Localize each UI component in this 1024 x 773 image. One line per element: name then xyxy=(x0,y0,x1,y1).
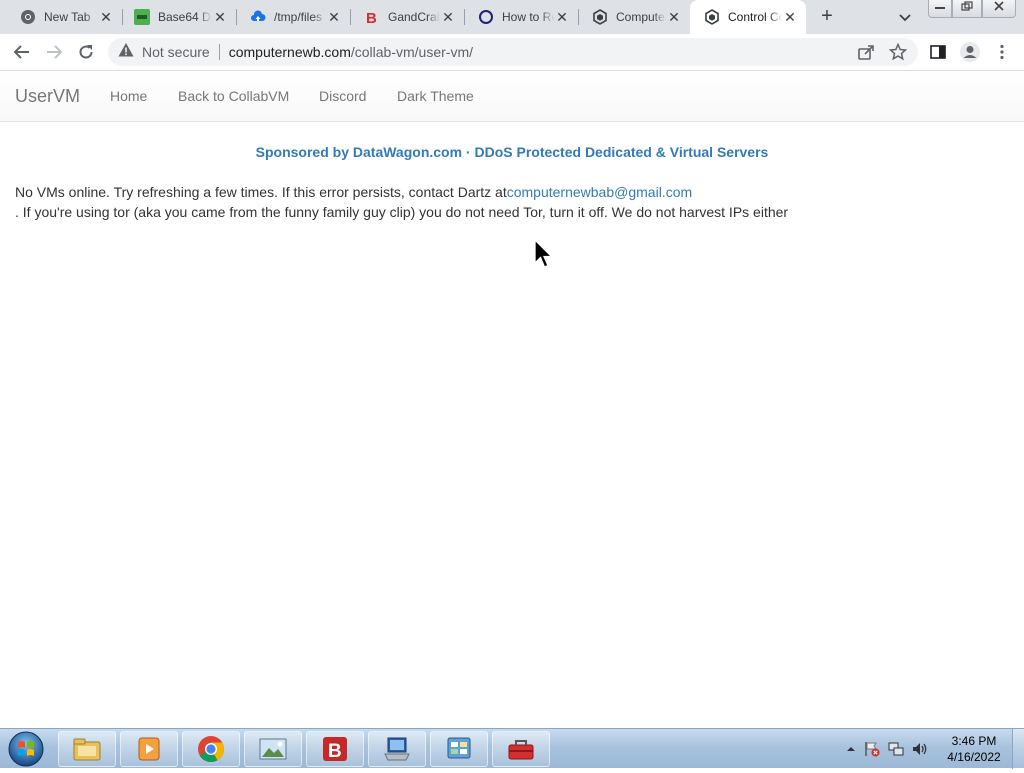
windows-logo-icon xyxy=(8,731,44,767)
control-panel-icon xyxy=(447,737,471,759)
tab-computernewb[interactable]: ComputerNewb ✕ xyxy=(578,0,690,34)
tab-new-tab[interactable]: New Tab ✕ xyxy=(6,0,122,34)
sponsor-banner-link[interactable]: Sponsored by DataWagon.com · DDoS Protec… xyxy=(0,144,1024,160)
divider xyxy=(218,44,220,60)
b-icon: B xyxy=(364,9,380,25)
close-icon[interactable]: ✕ xyxy=(782,9,798,25)
url-path: /collab-vm/user-vm/ xyxy=(350,44,474,60)
collabvm-icon xyxy=(592,9,608,25)
back-button[interactable] xyxy=(10,40,34,64)
clock-date: 4/16/2022 xyxy=(947,750,1001,764)
new-tab-button[interactable]: + xyxy=(816,5,838,27)
close-icon[interactable]: ✕ xyxy=(98,9,114,25)
svg-text:B: B xyxy=(328,741,342,762)
restore-button[interactable] xyxy=(952,0,982,18)
file-explorer-icon xyxy=(73,738,101,761)
address-bar[interactable]: Not secure computernewb.com/collab-vm/us… xyxy=(108,38,918,66)
cloud-upload-icon xyxy=(250,9,266,25)
chevron-down-icon[interactable] xyxy=(896,8,914,26)
tab-base64[interactable]: Base64 Decode ✕ xyxy=(120,0,236,34)
tab-how-to[interactable]: How to Remove ✕ xyxy=(464,0,578,34)
url-host: computernewb.com xyxy=(228,44,351,60)
tab-title: GandCrab xyxy=(388,10,440,24)
computer-icon xyxy=(384,737,410,761)
tab-title: ComputerNewb xyxy=(616,10,666,24)
close-window-button[interactable] xyxy=(982,0,1016,18)
nav-discord[interactable]: Discord xyxy=(319,88,366,104)
taskbar-brave[interactable]: B xyxy=(306,731,364,767)
forward-button[interactable] xyxy=(42,40,66,64)
taskbar-toolbox[interactable] xyxy=(492,731,550,767)
reload-button[interactable] xyxy=(74,40,98,64)
taskbar-computer[interactable] xyxy=(368,731,426,767)
taskbar-media-player[interactable] xyxy=(120,731,178,767)
url-text[interactable]: computernewb.com/collab-vm/user-vm/ xyxy=(229,44,473,60)
close-icon[interactable]: ✕ xyxy=(554,9,570,25)
taskbar-file-explorer[interactable] xyxy=(58,731,116,767)
reload-icon xyxy=(79,45,93,59)
tab-title: /tmp/files xyxy=(274,10,323,24)
mouse-cursor-icon xyxy=(534,239,554,268)
collabvm-icon xyxy=(704,9,720,25)
tab-title: How to Remove xyxy=(502,10,554,24)
circle-icon xyxy=(478,9,494,25)
tab-title: Base64 Decode xyxy=(158,10,212,24)
share-icon[interactable] xyxy=(854,40,878,64)
arrow-right-icon xyxy=(47,45,63,59)
action-center-flag-icon[interactable] xyxy=(860,740,884,758)
tab-strip: New Tab ✕ Base64 Decode ✕ /tmp/files ✕ B… xyxy=(0,0,1024,34)
tab-title: Control Center xyxy=(728,10,782,24)
close-icon[interactable]: ✕ xyxy=(666,9,682,25)
error-message-line2: . If you're using tor (aka you came from… xyxy=(15,204,789,220)
show-hidden-icons-icon[interactable] xyxy=(842,745,860,753)
star-icon[interactable] xyxy=(886,40,910,64)
brand-link[interactable]: UserVM xyxy=(15,86,80,107)
system-tray xyxy=(842,729,932,769)
chrome-icon xyxy=(198,736,225,763)
more-menu-icon[interactable] xyxy=(990,40,1014,64)
window-controls xyxy=(928,0,1016,18)
close-icon[interactable]: ✕ xyxy=(326,9,342,25)
taskbar-photo-viewer[interactable] xyxy=(244,731,302,767)
toolbox-icon xyxy=(508,740,534,760)
close-icon[interactable]: ✕ xyxy=(212,9,228,25)
close-icon[interactable]: ✕ xyxy=(440,9,456,25)
windows-taskbar: B 3:46 PM 4/16/2022 xyxy=(0,728,1024,769)
clock-time: 3:46 PM xyxy=(951,734,997,748)
tab-control-center[interactable]: Control Center ✕ xyxy=(690,0,806,34)
side-panel-icon[interactable] xyxy=(926,40,950,64)
brave-b-icon: B xyxy=(323,737,347,762)
error-text: No VMs online. Try refreshing a few time… xyxy=(15,184,507,200)
svg-text:B: B xyxy=(366,10,377,25)
photo-viewer-icon xyxy=(259,738,287,760)
security-status[interactable]: Not secure xyxy=(142,44,210,60)
taskbar-chrome[interactable] xyxy=(182,731,240,767)
b64-icon xyxy=(134,9,150,25)
arrow-left-icon xyxy=(13,45,29,59)
media-player-icon xyxy=(138,737,160,761)
nav-back-to-collabvm[interactable]: Back to CollabVM xyxy=(178,88,289,104)
tab-tmp-files[interactable]: /tmp/files ✕ xyxy=(236,0,350,34)
chrome-icon xyxy=(20,9,36,25)
taskbar-control-panel[interactable] xyxy=(430,731,488,767)
profile-avatar-icon[interactable] xyxy=(958,40,982,64)
start-button[interactable] xyxy=(6,730,46,768)
site-navbar: UserVM Home Back to CollabVM Discord Dar… xyxy=(0,71,1024,122)
show-desktop-button[interactable] xyxy=(1012,729,1024,769)
network-icon[interactable] xyxy=(884,740,908,758)
warning-icon[interactable] xyxy=(118,42,134,63)
nav-home[interactable]: Home xyxy=(110,88,147,104)
tab-title: New Tab xyxy=(44,10,91,24)
minimize-button[interactable] xyxy=(928,0,952,18)
clock[interactable]: 3:46 PM 4/16/2022 xyxy=(938,733,1010,765)
tab-gandcrab[interactable]: B GandCrab ✕ xyxy=(350,0,464,34)
contact-email-link[interactable]: computernewbab@gmail.com xyxy=(507,184,692,200)
volume-icon[interactable] xyxy=(908,740,932,758)
error-message-line1: No VMs online. Try refreshing a few time… xyxy=(15,184,692,200)
browser-toolbar: Not secure computernewb.com/collab-vm/us… xyxy=(0,34,1024,71)
nav-dark-theme[interactable]: Dark Theme xyxy=(397,88,474,104)
